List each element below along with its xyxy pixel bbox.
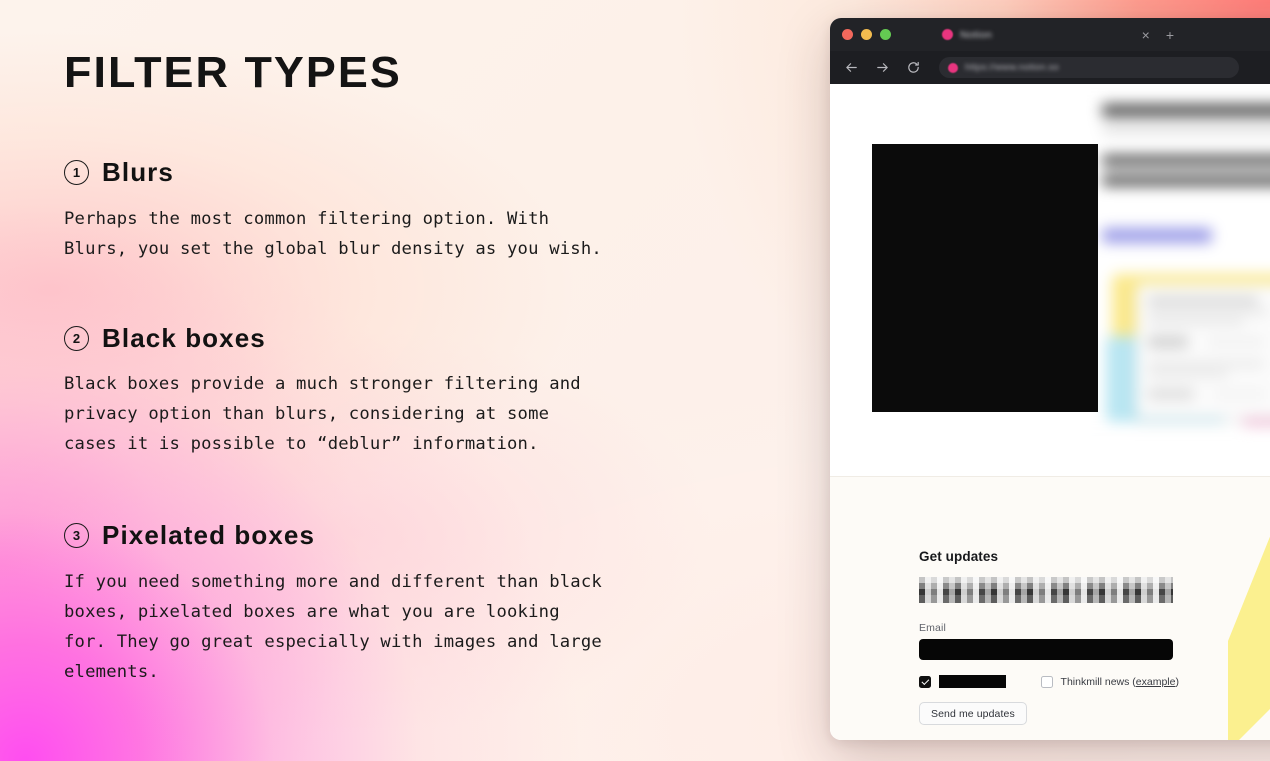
- tab-favicon-icon: [942, 29, 953, 40]
- checkbox-row: Thinkmill news (example): [919, 675, 1179, 688]
- send-me-updates-button[interactable]: Send me updates: [919, 702, 1027, 725]
- blurred-card-line: [1208, 336, 1264, 348]
- section-pixelated-boxes: 3 Pixelated boxes If you need something …: [64, 521, 794, 687]
- section-body: Black boxes provide a much stronger filt…: [64, 374, 581, 455]
- blurred-card-line: [1148, 388, 1194, 400]
- blurred-card-white: [1136, 284, 1270, 418]
- close-tab-icon[interactable]: ×: [1142, 28, 1150, 42]
- label-prefix: Thinkmill news (: [1060, 675, 1136, 688]
- section-heading: 2 Black boxes: [64, 324, 794, 353]
- section-title: Pixelated boxes: [102, 520, 316, 551]
- reload-icon[interactable]: [904, 59, 922, 77]
- page-title: FILTER TYPES: [64, 48, 402, 97]
- section-title: Black boxes: [102, 322, 266, 353]
- blurred-text-column: [1102, 86, 1270, 243]
- window-controls: [842, 29, 891, 40]
- checkbox-thinkmill-news-label: Thinkmill news (example): [1061, 676, 1179, 688]
- label-suffix: ): [1175, 675, 1180, 688]
- checkbox-redacted[interactable]: [919, 675, 931, 688]
- address-bar[interactable]: https://www.notion.so: [939, 57, 1239, 78]
- blurred-card-line: [1214, 388, 1266, 400]
- maximize-window-button[interactable]: [880, 29, 891, 40]
- back-arrow-icon[interactable]: [842, 59, 860, 77]
- newsletter-form: Get updates Email Thinkmill news (exampl…: [919, 549, 1179, 725]
- blurred-card-line: [1148, 298, 1258, 303]
- blurred-cta-button[interactable]: [1102, 228, 1212, 243]
- address-bar-url: https://www.notion.so: [965, 62, 1059, 73]
- blurred-card-line: [1148, 320, 1244, 324]
- blurred-subtext-line: [1102, 126, 1270, 133]
- blurred-card-line: [1148, 310, 1268, 314]
- blurred-body-line: [1102, 175, 1270, 186]
- new-tab-icon[interactable]: +: [1166, 28, 1174, 42]
- browser-toolbar: https://www.notion.so: [830, 51, 1270, 84]
- tab-actions: × +: [1142, 28, 1270, 42]
- forward-arrow-icon[interactable]: [873, 59, 891, 77]
- close-window-button[interactable]: [842, 29, 853, 40]
- newsletter-panel: Get updates Email Thinkmill news (exampl…: [830, 476, 1270, 740]
- section-number-badge: 2: [64, 325, 89, 351]
- checkbox-group-thinkmill: Thinkmill news (example): [1040, 675, 1179, 688]
- black-box-redaction: [872, 144, 1098, 412]
- section-black-boxes: 2 Black boxes Black boxes provide a much…: [64, 324, 794, 460]
- browser-tab[interactable]: Notion: [934, 26, 1000, 44]
- checkbox-redacted-label: [939, 675, 1006, 688]
- browser-window: Notion × + https://www.notion.so Get upd…: [830, 18, 1270, 740]
- example-link[interactable]: example: [1136, 676, 1176, 688]
- section-heading: 1 Blurs: [64, 158, 794, 187]
- section-blurs: 1 Blurs Perhaps the most common filterin…: [64, 158, 794, 264]
- blurred-card-line: [1148, 336, 1188, 348]
- blurred-card-line: [1148, 362, 1264, 366]
- section-title: Blurs: [102, 157, 174, 188]
- section-body: Perhaps the most common filtering option…: [64, 208, 602, 259]
- browser-titlebar: Notion × +: [830, 18, 1270, 51]
- blurred-card-line: [1148, 372, 1228, 376]
- site-favicon-icon: [948, 62, 958, 73]
- article-content: FILTER TYPES 1 Blurs Perhaps the most co…: [64, 49, 794, 687]
- form-heading: Get updates: [919, 549, 999, 564]
- pixelated-redaction: [919, 577, 1173, 603]
- section-number-badge: 1: [64, 159, 89, 185]
- decorative-yellow-shape: [1228, 477, 1270, 740]
- tab-title: Notion: [960, 28, 993, 41]
- blurred-heading-line: [1102, 104, 1270, 117]
- minimize-window-button[interactable]: [861, 29, 872, 40]
- section-body: If you need something more and different…: [64, 571, 602, 682]
- blurred-body-line: [1102, 155, 1270, 166]
- section-number-badge: 3: [64, 523, 89, 549]
- blurred-card-cluster: [1106, 274, 1270, 426]
- page-viewport: Get updates Email Thinkmill news (exampl…: [830, 84, 1270, 740]
- email-field-label: Email: [919, 622, 947, 634]
- section-heading: 3 Pixelated boxes: [64, 521, 794, 550]
- checkbox-thinkmill-news[interactable]: [1040, 675, 1053, 688]
- email-input[interactable]: [919, 639, 1173, 660]
